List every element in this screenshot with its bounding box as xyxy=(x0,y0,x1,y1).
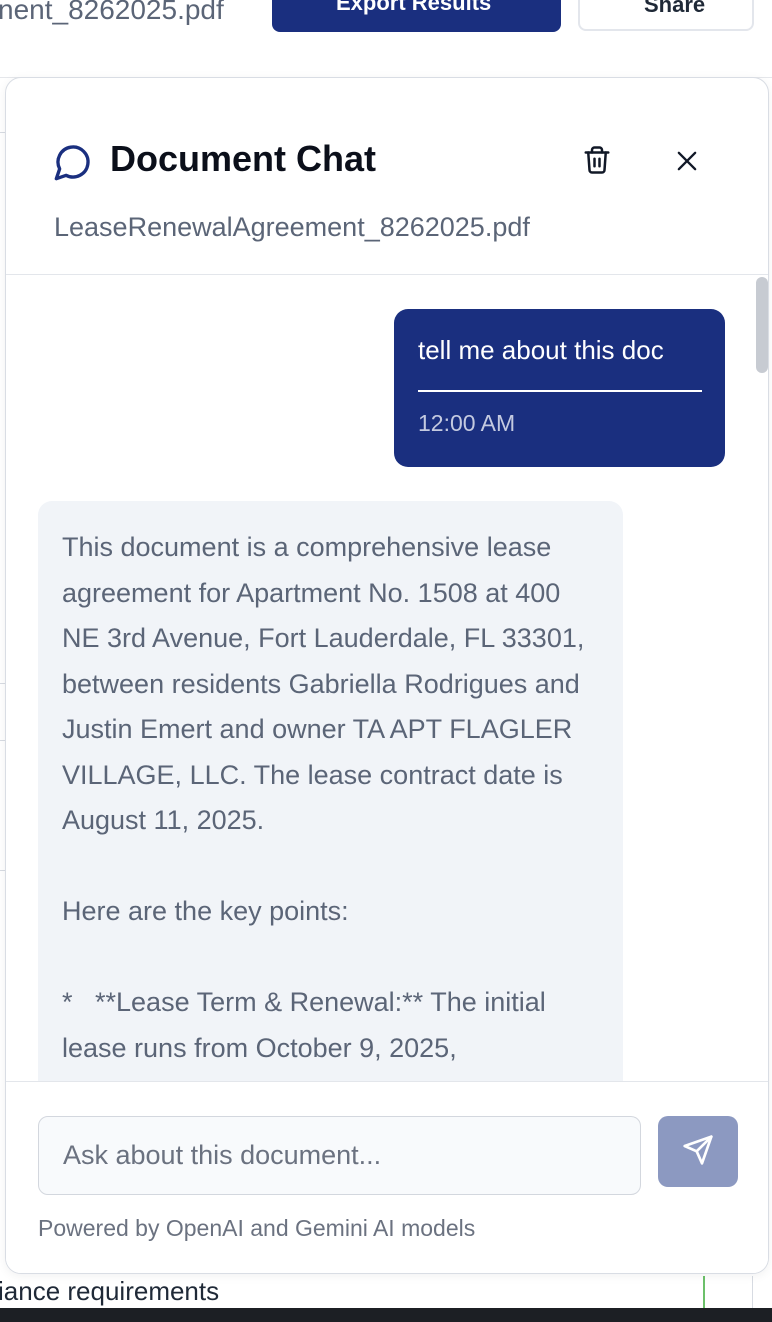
powered-by-text: Powered by OpenAI and Gemini AI models xyxy=(38,1215,476,1241)
chat-input[interactable] xyxy=(38,1116,641,1195)
trash-icon xyxy=(582,144,612,181)
dialog-header: Document Chat LeaseRenewalAgreement_8262… xyxy=(6,78,768,275)
background-bottom-bar xyxy=(0,1308,772,1322)
close-icon xyxy=(673,147,701,180)
assistant-message-text: This document is a comprehensive lease a… xyxy=(62,532,585,1063)
scrollbar-thumb[interactable] xyxy=(756,277,768,373)
background-gray-divider xyxy=(752,1276,753,1308)
assistant-message: This document is a comprehensive lease a… xyxy=(38,501,623,1081)
message-list[interactable]: tell me about this doc 12:00 AM This doc… xyxy=(6,275,768,1081)
background-filename: nent_8262025.pdf xyxy=(0,0,224,25)
close-button[interactable] xyxy=(668,144,706,182)
share-button[interactable]: Share xyxy=(578,0,754,31)
message-divider xyxy=(418,390,702,392)
document-chat-dialog: Document Chat LeaseRenewalAgreement_8262… xyxy=(5,77,769,1274)
user-message: tell me about this doc 12:00 AM xyxy=(394,309,725,467)
chat-footer: Powered by OpenAI and Gemini AI models xyxy=(6,1081,768,1273)
message-timestamp: 12:00 AM xyxy=(418,410,516,436)
document-filename: LeaseRenewalAgreement_8262025.pdf xyxy=(54,212,530,242)
clear-chat-button[interactable] xyxy=(576,144,618,180)
dialog-title: Document Chat xyxy=(110,138,377,179)
background-green-divider xyxy=(703,1276,705,1308)
send-button[interactable] xyxy=(658,1116,738,1187)
chat-bubble-icon xyxy=(53,142,93,182)
background-row-text: iance requirements xyxy=(0,1276,220,1306)
export-results-button[interactable]: Export Results xyxy=(272,0,561,32)
user-message-text: tell me about this doc xyxy=(418,335,664,365)
send-icon xyxy=(682,1134,714,1169)
